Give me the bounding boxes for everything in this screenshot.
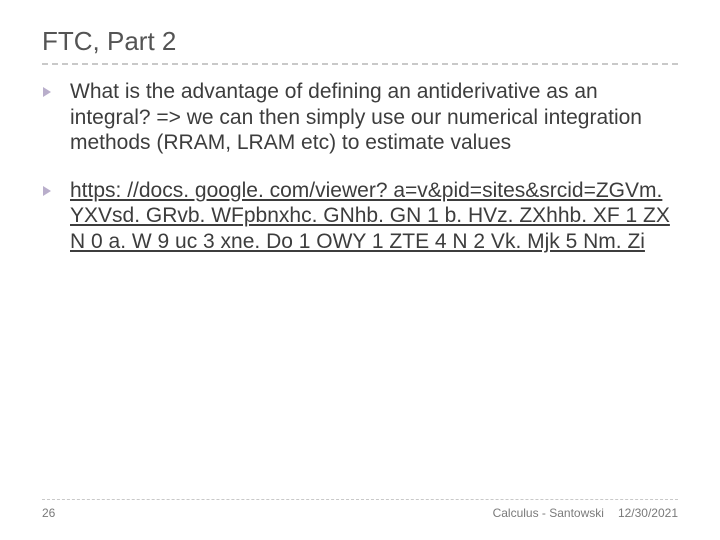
slide-footer: 26 Calculus - Santowski 12/30/2021 <box>42 499 678 520</box>
bullet-link[interactable]: https: //docs. google. com/viewer? a=v&p… <box>70 178 678 255</box>
footer-date: 12/30/2021 <box>618 506 678 520</box>
page-number: 26 <box>42 506 55 520</box>
footer-divider <box>42 499 678 500</box>
bullet-item: What is the advantage of defining an ant… <box>42 79 678 156</box>
slide-title: FTC, Part 2 <box>42 26 678 57</box>
bullet-item: https: //docs. google. com/viewer? a=v&p… <box>42 178 678 255</box>
title-divider <box>42 63 678 65</box>
slide: FTC, Part 2 What is the advantage of def… <box>0 0 720 540</box>
footer-course: Calculus - Santowski <box>493 506 604 520</box>
slide-body: What is the advantage of defining an ant… <box>42 79 678 255</box>
bullet-arrow-icon <box>42 86 54 98</box>
bullet-text: What is the advantage of defining an ant… <box>70 79 678 156</box>
footer-row: 26 Calculus - Santowski 12/30/2021 <box>42 506 678 520</box>
bullet-arrow-icon <box>42 185 54 197</box>
footer-spacer <box>55 506 492 520</box>
